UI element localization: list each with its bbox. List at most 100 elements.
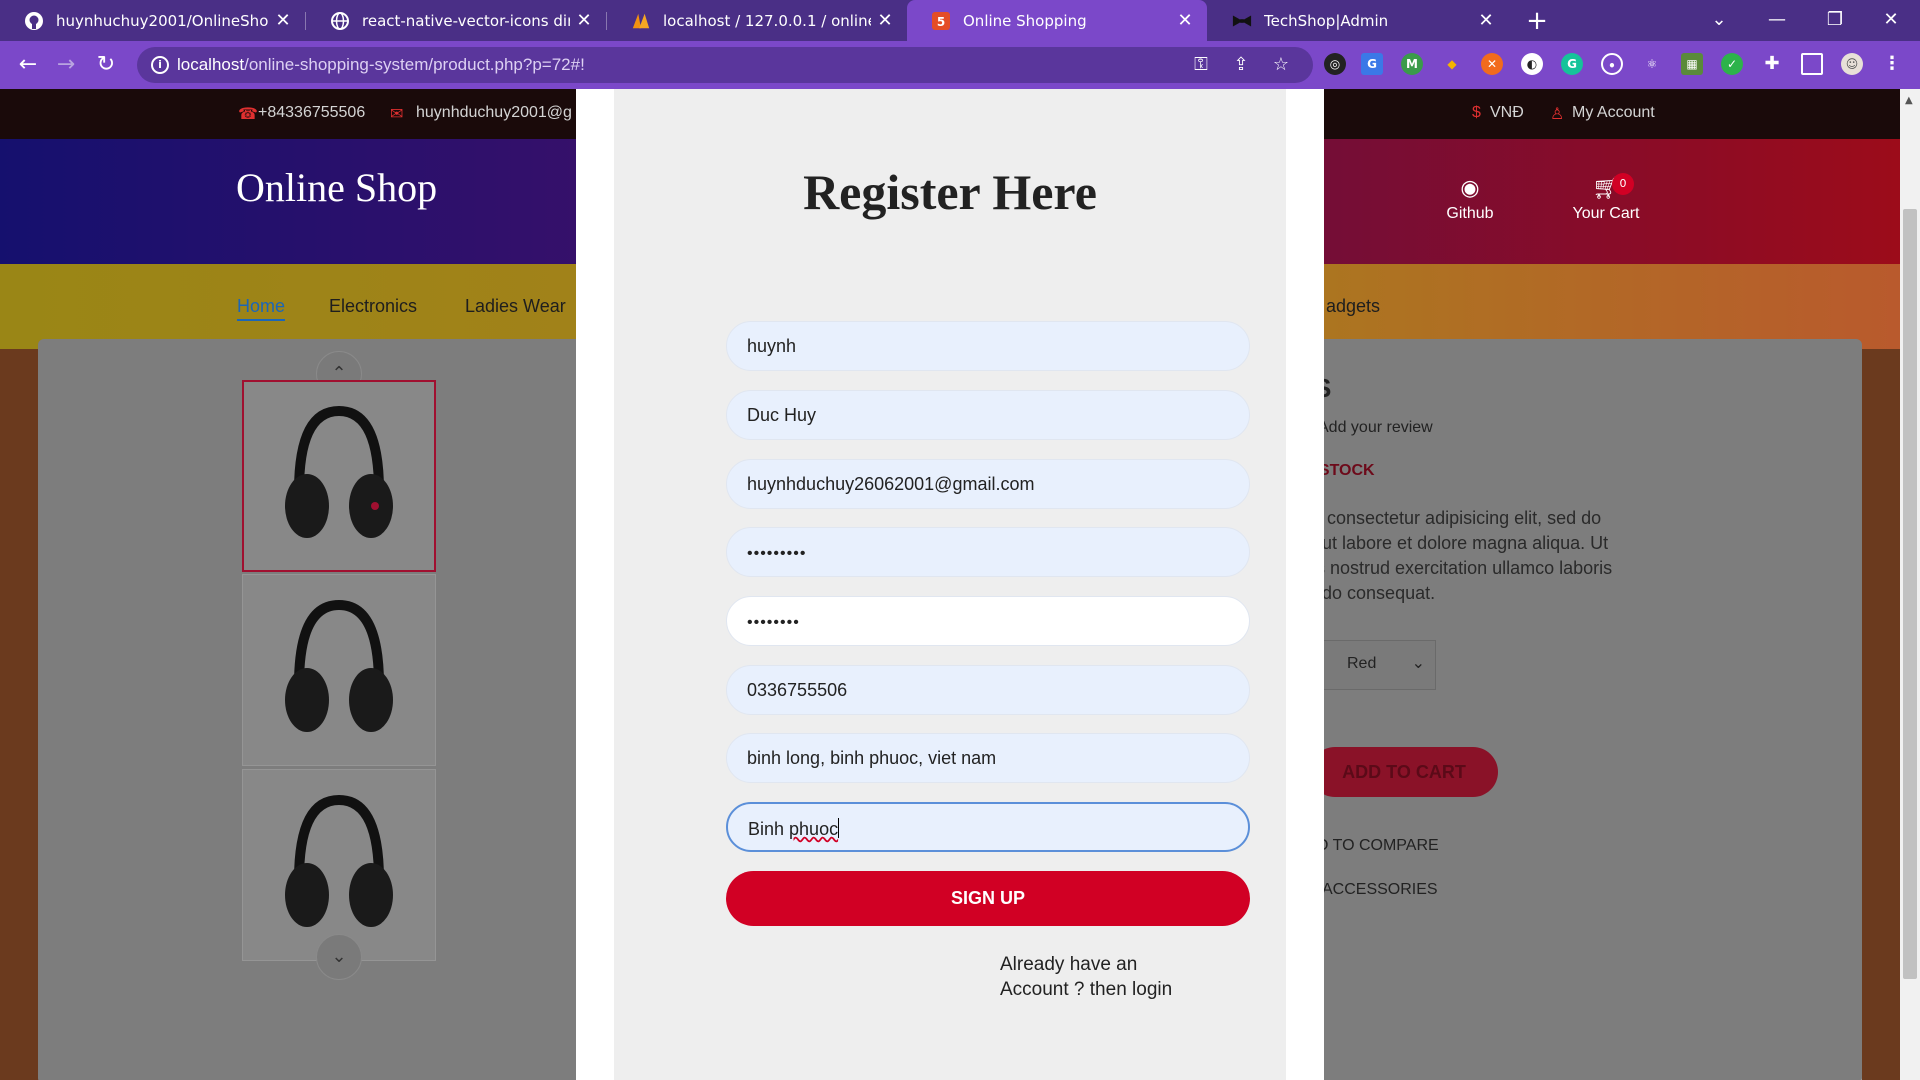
my-account-link[interactable]: My Account	[1572, 104, 1655, 122]
add-to-compare-link[interactable]: O TO COMPARE	[1316, 837, 1439, 855]
product-description: t, consectetur adipisicing elit, sed do …	[1312, 508, 1613, 603]
register-title: Register Here	[803, 164, 1097, 220]
extension-icon[interactable]: ◐	[1521, 53, 1543, 75]
city-field[interactable]: Binh phuoc	[726, 802, 1250, 852]
tab-online-shopping[interactable]: 5 Online Shopping ✕	[907, 0, 1207, 41]
product-thumbnail[interactable]	[242, 380, 436, 572]
chevron-down-icon: ⌄	[1411, 655, 1425, 672]
puzzle-icon[interactable]: ✚	[1761, 53, 1783, 75]
key-icon[interactable]: ⚿	[1189, 53, 1213, 77]
email-text: huynhduchuy2001@g	[416, 104, 572, 121]
extension-icon[interactable]: ✕	[1481, 53, 1503, 75]
color-select-value: Red	[1347, 655, 1377, 672]
github-link[interactable]: ◉ Github	[1410, 175, 1530, 223]
side-background	[1862, 349, 1900, 1080]
browser-tab-bar: huynhuchuy2001/OnlineShop_PJ ✕ react-nat…	[0, 0, 1920, 41]
react-icon[interactable]: ⚛	[1641, 53, 1663, 75]
sidepanel-icon[interactable]	[1801, 53, 1823, 75]
extension-icon[interactable]: ▦	[1681, 53, 1703, 75]
signup-button[interactable]: SIGN UP	[726, 871, 1250, 926]
page-scrollbar[interactable]: ▲	[1900, 89, 1920, 1080]
tab-title: localhost / 127.0.0.1 / onlineshop	[663, 11, 871, 30]
extension-icon[interactable]: •	[1601, 53, 1623, 75]
first-name-field[interactable]: huynh	[726, 321, 1250, 371]
extension-icon[interactable]: ◎	[1324, 53, 1346, 75]
grammarly-icon[interactable]: G	[1561, 53, 1583, 75]
phpmyadmin-icon	[631, 11, 651, 31]
register-form: Register Here huynh Duc Huy huynhduchuy2…	[614, 89, 1286, 1080]
tab-title: huynhuchuy2001/OnlineShop_PJ	[56, 11, 269, 30]
url-text: localhost/online-shopping-system/product…	[177, 55, 585, 74]
address-field[interactable]: binh long, binh phuoc, viet nam	[726, 733, 1250, 783]
close-icon[interactable]: ✕	[1171, 10, 1199, 31]
tab-vector-icons[interactable]: react-native-vector-icons directo ✕	[306, 0, 606, 41]
menu-icon[interactable]: ⋮	[1881, 53, 1903, 75]
tab-phpmyadmin[interactable]: localhost / 127.0.0.1 / onlineshop ✕	[607, 0, 907, 41]
html5-icon: 5	[931, 11, 951, 31]
repassword-value: ••••••••	[747, 614, 800, 631]
phone-text: +84336755506	[258, 104, 366, 121]
accessories-link[interactable]: ACCESSORIES	[1322, 881, 1438, 899]
phone-icon: ☎	[238, 106, 258, 123]
cart-icon: 🛒︎	[1592, 175, 1620, 200]
color-select[interactable]: Red ⌄	[1316, 640, 1436, 690]
menu-electronics[interactable]: Electronics	[329, 296, 417, 317]
email-field[interactable]: huynhduchuy26062001@gmail.com	[726, 459, 1250, 509]
close-icon[interactable]: ✕	[871, 10, 899, 31]
extension-icon[interactable]: ◆	[1441, 53, 1463, 75]
close-icon[interactable]: ✕	[1472, 10, 1500, 31]
avatar[interactable]: ☺	[1841, 53, 1863, 75]
close-window-button[interactable]: ✕	[1862, 0, 1920, 41]
github-icon: ◉	[1460, 175, 1480, 200]
register-modal: Register Here huynh Duc Huy huynhduchuy2…	[576, 89, 1324, 1080]
scroll-up-icon[interactable]: ▲	[1905, 95, 1913, 106]
product-thumbnail[interactable]	[242, 574, 436, 766]
reload-icon[interactable]: ↻	[90, 49, 122, 81]
close-icon[interactable]: ✕	[570, 10, 598, 31]
tab-github[interactable]: huynhuchuy2001/OnlineShop_PJ ✕	[0, 0, 305, 41]
star-icon[interactable]: ☆	[1269, 53, 1293, 77]
tab-title: Online Shopping	[963, 11, 1087, 30]
cart-link[interactable]: 🛒︎ Your Cart	[1546, 175, 1666, 223]
password-value: •••••••••	[747, 545, 807, 562]
browser-toolbar: ← → ↻ i localhost/online-shopping-system…	[0, 41, 1920, 89]
close-icon[interactable]: ✕	[269, 10, 297, 31]
restore-button[interactable]: ❐	[1806, 0, 1864, 41]
login-link[interactable]: Already have an Account ? then login	[1000, 952, 1210, 1002]
site-info-icon[interactable]: i	[151, 56, 169, 74]
chevron-down-icon[interactable]: ⌄	[316, 934, 362, 980]
site-logo[interactable]: Online Shop	[236, 164, 437, 211]
minimize-button[interactable]: —	[1748, 0, 1806, 41]
extension-icon[interactable]: ✓	[1721, 53, 1743, 75]
menu-gadgets[interactable]: adgets	[1326, 296, 1380, 317]
scrollbar-thumb[interactable]	[1903, 209, 1917, 979]
menu-home[interactable]: Home	[237, 296, 286, 321]
headphones-icon	[285, 599, 393, 732]
product-thumbnail[interactable]	[242, 769, 436, 961]
new-tab-button[interactable]: +	[1520, 4, 1554, 38]
password-field[interactable]: •••••••••	[726, 527, 1250, 577]
add-review-link[interactable]: Add your review	[1318, 419, 1433, 437]
email-icon: ✉	[390, 106, 404, 123]
share-icon[interactable]: ⇪	[1229, 53, 1253, 77]
add-to-cart-button[interactable]: ADD TO CART	[1310, 747, 1498, 797]
last-name-field[interactable]: Duc Huy	[726, 390, 1250, 440]
tab-techshop-admin[interactable]: TechShop|Admin ✕	[1208, 0, 1508, 41]
currency-link[interactable]: VNĐ	[1490, 104, 1524, 122]
mobile-field[interactable]: 0336755506	[726, 665, 1250, 715]
user-icon: ♙	[1550, 106, 1565, 123]
tab-title: TechShop|Admin	[1264, 11, 1389, 30]
forward-icon[interactable]: →	[50, 49, 82, 81]
tab-search-icon[interactable]: ⌄	[1690, 0, 1748, 41]
repassword-field[interactable]: ••••••••	[726, 596, 1250, 646]
back-icon[interactable]: ←	[12, 49, 44, 81]
extension-icon[interactable]: M	[1401, 53, 1423, 75]
translate-icon[interactable]: G	[1361, 53, 1383, 75]
bowtie-icon	[1232, 11, 1252, 31]
address-bar[interactable]: i localhost/online-shopping-system/produ…	[137, 47, 1313, 83]
menu-ladies-wear[interactable]: Ladies Wear	[465, 296, 566, 317]
side-background	[0, 349, 40, 1080]
headphones-icon	[285, 405, 393, 538]
city-value: Binh	[748, 819, 790, 839]
cart-count-badge: 0	[1612, 173, 1634, 195]
